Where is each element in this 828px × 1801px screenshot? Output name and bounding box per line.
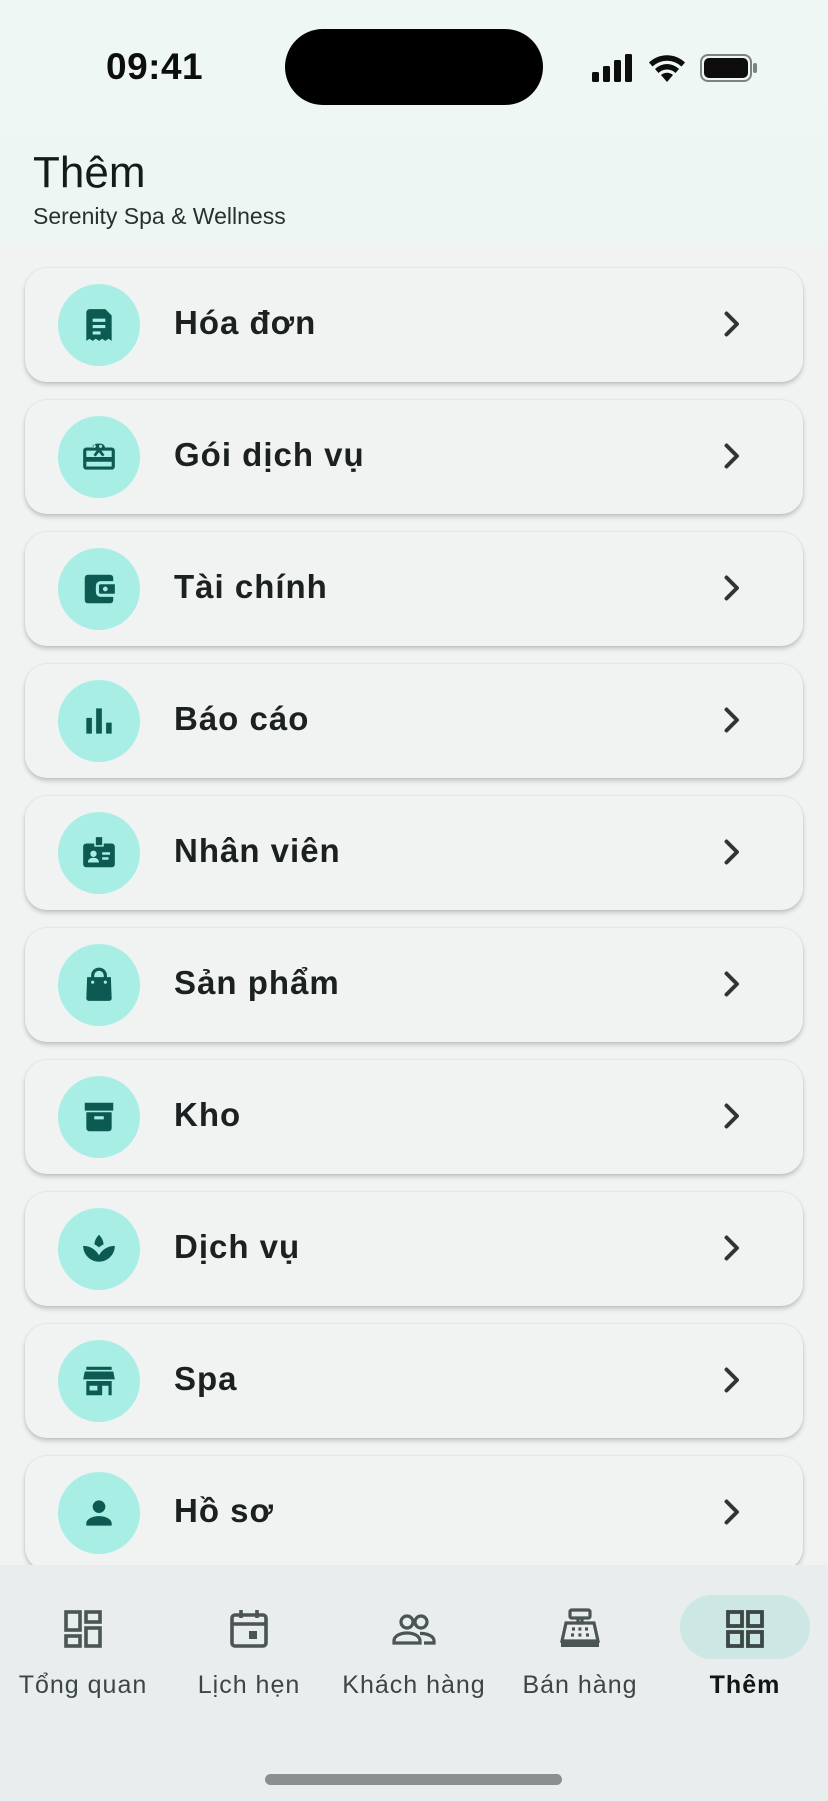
menu-item-service-packages[interactable]: Gói dịch vụ bbox=[25, 400, 803, 514]
bottom-nav: Tổng quan Lịch hẹn Khách hàng Bán hàng T… bbox=[0, 1565, 828, 1801]
battery-icon bbox=[700, 54, 757, 82]
menu-item-label: Hồ sơ bbox=[174, 1492, 274, 1529]
nav-tab-label: Khách hàng bbox=[342, 1671, 486, 1699]
menu-item-label: Nhân viên bbox=[174, 832, 341, 869]
menu-item-label: Dịch vụ bbox=[174, 1228, 301, 1265]
menu-item-label: Spa bbox=[174, 1360, 238, 1397]
chevron-right-icon bbox=[724, 971, 739, 997]
menu-item-reports[interactable]: Báo cáo bbox=[25, 664, 803, 778]
menu-item-staff[interactable]: Nhân viên bbox=[25, 796, 803, 910]
page-subtitle: Serenity Spa & Wellness bbox=[33, 203, 286, 229]
spa-lotus-icon bbox=[83, 1234, 115, 1262]
menu-item-spa[interactable]: Spa bbox=[25, 1324, 803, 1438]
grid-icon bbox=[726, 1610, 764, 1648]
chevron-right-icon bbox=[724, 1235, 739, 1261]
bar-chart-icon bbox=[86, 708, 112, 734]
chevron-right-icon bbox=[724, 575, 739, 601]
archive-box-icon bbox=[84, 1102, 114, 1132]
menu-list[interactable]: Hóa đơn Gói dịch vụ Tài chính Báo cáo Nh… bbox=[0, 243, 828, 1565]
menu-item-label: Gói dịch vụ bbox=[174, 436, 365, 473]
chevron-right-icon bbox=[724, 1499, 739, 1525]
chevron-right-icon bbox=[724, 839, 739, 865]
nav-tab-overview[interactable]: Tổng quan bbox=[0, 1565, 166, 1705]
page-header: Thêm Serenity Spa & Wellness bbox=[0, 130, 828, 243]
chevron-right-icon bbox=[724, 1103, 739, 1129]
chevron-right-icon bbox=[724, 707, 739, 733]
nav-tab-label: Tổng quan bbox=[18, 1671, 148, 1699]
chevron-right-icon bbox=[724, 311, 739, 337]
home-indicator[interactable] bbox=[265, 1774, 562, 1785]
storefront-icon bbox=[83, 1366, 115, 1396]
shopping-bag-icon bbox=[86, 967, 112, 1001]
badge-icon bbox=[83, 837, 115, 868]
menu-item-invoices[interactable]: Hóa đơn bbox=[25, 268, 803, 382]
menu-item-label: Hóa đơn bbox=[174, 304, 317, 341]
menu-item-label: Kho bbox=[174, 1096, 242, 1133]
chevron-right-icon bbox=[724, 443, 739, 469]
menu-item-finance[interactable]: Tài chính bbox=[25, 532, 803, 646]
menu-item-label: Báo cáo bbox=[174, 700, 310, 737]
person-icon bbox=[86, 1500, 112, 1526]
menu-item-warehouse[interactable]: Kho bbox=[25, 1060, 803, 1174]
status-time: 09:41 bbox=[106, 46, 204, 87]
cash-register-icon bbox=[560, 1608, 600, 1647]
menu-item-label: Sản phẩm bbox=[174, 964, 340, 1001]
wallet-icon bbox=[84, 574, 115, 604]
gift-card-icon bbox=[83, 443, 115, 470]
nav-tab-label: Bán hàng bbox=[522, 1671, 638, 1699]
cellular-signal-icon bbox=[592, 54, 632, 82]
nav-tab-appointments[interactable]: Lịch hẹn bbox=[166, 1565, 332, 1705]
calendar-icon bbox=[230, 1610, 268, 1648]
menu-item-services[interactable]: Dịch vụ bbox=[25, 1192, 803, 1306]
dashboard-icon bbox=[64, 1610, 102, 1648]
chevron-right-icon bbox=[724, 1367, 739, 1393]
receipt-icon bbox=[86, 309, 112, 341]
nav-tab-customers[interactable]: Khách hàng bbox=[331, 1565, 497, 1705]
menu-item-products[interactable]: Sản phẩm bbox=[25, 928, 803, 1042]
dynamic-island bbox=[285, 29, 543, 105]
page-title: Thêm bbox=[33, 148, 146, 197]
menu-item-label: Tài chính bbox=[174, 568, 328, 605]
nav-tab-more[interactable]: Thêm bbox=[662, 1565, 828, 1705]
people-icon bbox=[392, 1614, 436, 1645]
nav-tab-label: Thêm bbox=[709, 1671, 781, 1699]
status-bar: 09:41 bbox=[0, 0, 828, 130]
wifi-icon bbox=[649, 55, 685, 82]
menu-item-profile[interactable]: Hồ sơ bbox=[25, 1456, 803, 1565]
nav-tab-label: Lịch hẹn bbox=[197, 1671, 301, 1699]
nav-tab-sales[interactable]: Bán hàng bbox=[497, 1565, 663, 1705]
